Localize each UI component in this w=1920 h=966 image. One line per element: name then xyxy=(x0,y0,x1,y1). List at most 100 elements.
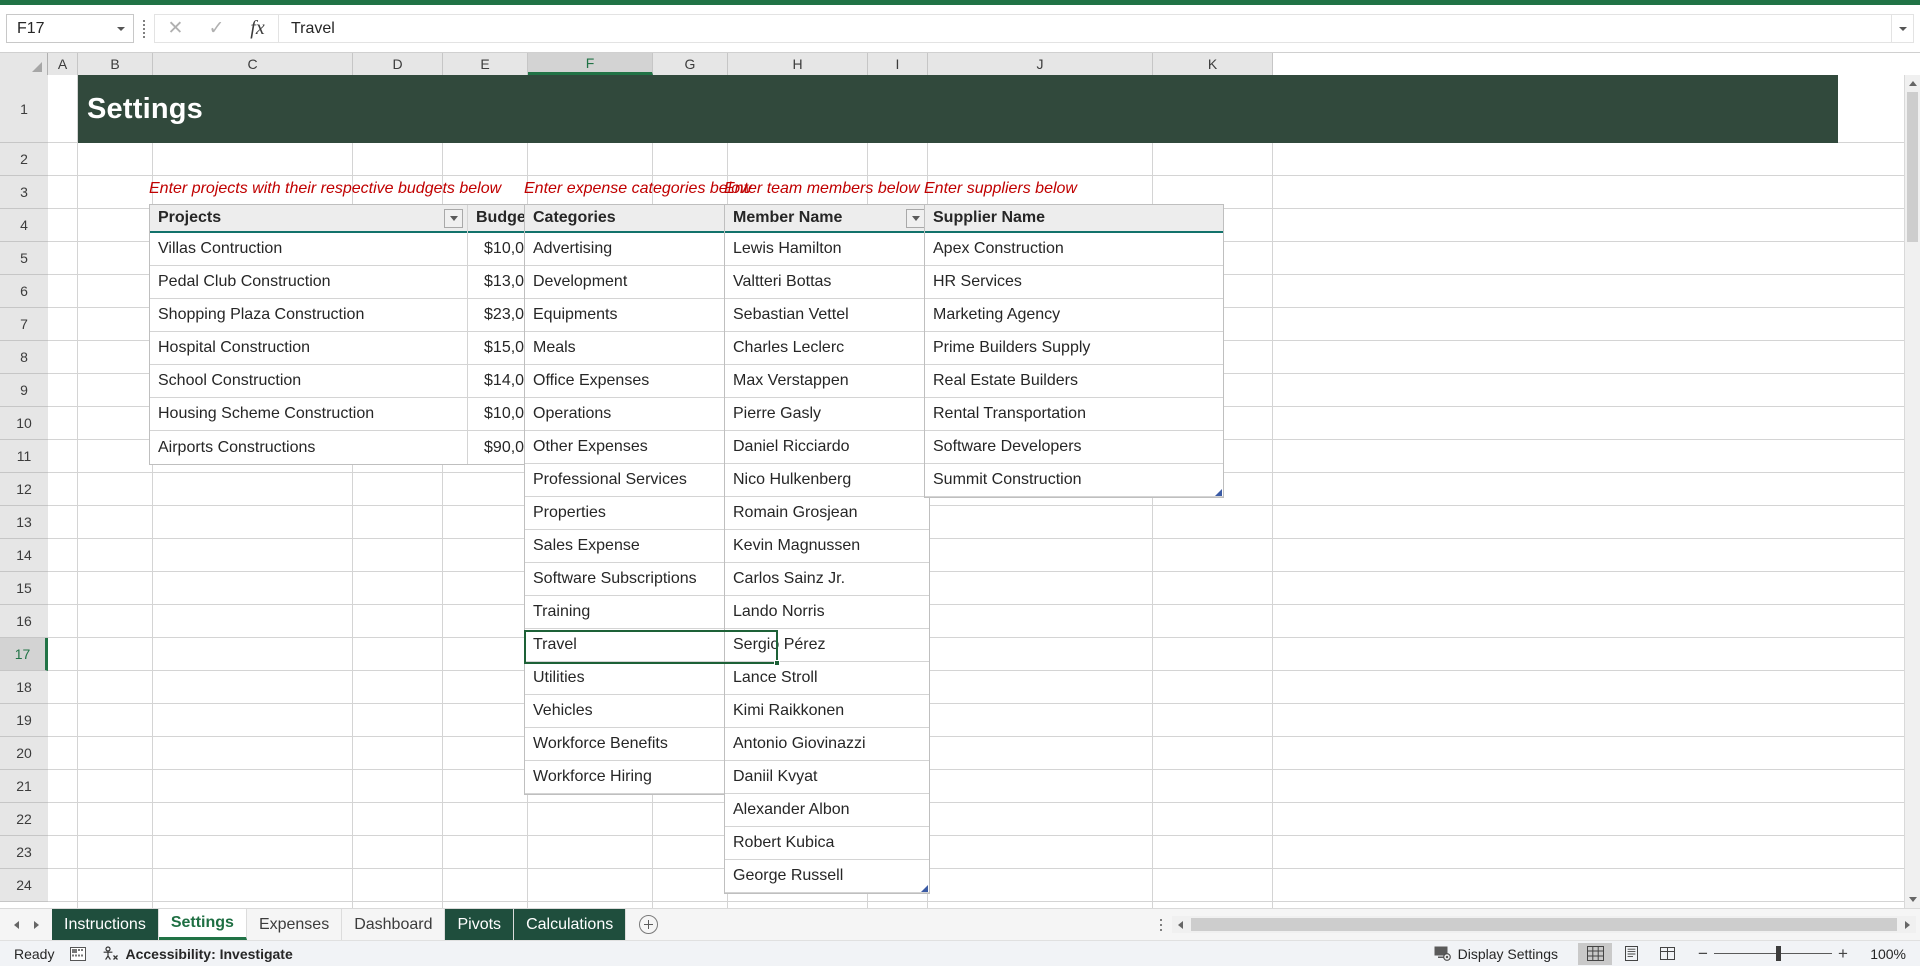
expand-formula-bar-icon[interactable] xyxy=(1892,14,1914,43)
table-row[interactable]: Romain Grosjean xyxy=(725,497,929,530)
normal-view-icon[interactable] xyxy=(1578,942,1612,965)
filter-dropdown-icon[interactable] xyxy=(444,208,463,228)
row-header-18[interactable]: 18 xyxy=(0,671,48,704)
page-break-preview-icon[interactable] xyxy=(1650,943,1684,965)
table-row[interactable]: Real Estate Builders xyxy=(925,365,1223,398)
table-row[interactable]: Valtteri Bottas xyxy=(725,266,929,299)
add-sheet-button[interactable] xyxy=(626,909,670,940)
cell-grid[interactable]: Settings Enter projects with their respe… xyxy=(48,75,1920,908)
previous-sheet-icon[interactable] xyxy=(13,920,19,929)
table-resize-handle[interactable] xyxy=(921,885,928,892)
table-row[interactable]: Charles Leclerc xyxy=(725,332,929,365)
zoom-out-button[interactable]: − xyxy=(1692,944,1714,964)
table-row[interactable]: Lance Stroll xyxy=(725,662,929,695)
table-row[interactable]: Shopping Plaza Construction xyxy=(150,299,467,332)
table-row[interactable]: George Russell xyxy=(725,860,929,893)
row-header-15[interactable]: 15 xyxy=(0,572,48,605)
row-header-16[interactable]: 16 xyxy=(0,605,48,638)
table-row[interactable]: Sebastian Vettel xyxy=(725,299,929,332)
table-row[interactable]: Lando Norris xyxy=(725,596,929,629)
table-row[interactable]: Carlos Sainz Jr. xyxy=(725,563,929,596)
table-row[interactable]: Prime Builders Supply xyxy=(925,332,1223,365)
row-header-8[interactable]: 8 xyxy=(0,341,48,374)
row-header-22[interactable]: 22 xyxy=(0,803,48,836)
row-header-14[interactable]: 14 xyxy=(0,539,48,572)
zoom-in-button[interactable]: + xyxy=(1832,944,1854,964)
table-row[interactable]: Marketing Agency xyxy=(925,299,1223,332)
column-header-a[interactable]: A xyxy=(48,53,78,75)
row-header-6[interactable]: 6 xyxy=(0,275,48,308)
page-layout-view-icon[interactable] xyxy=(1614,943,1648,965)
sheet-tab-instructions[interactable]: Instructions xyxy=(52,909,159,940)
table-row[interactable]: Kevin Magnussen xyxy=(725,530,929,563)
row-header-2[interactable]: 2 xyxy=(0,143,48,176)
row-header-21[interactable]: 21 xyxy=(0,770,48,803)
table-row[interactable]: Apex Construction xyxy=(925,233,1223,266)
row-header-11[interactable]: 11 xyxy=(0,440,48,473)
macro-record-button[interactable] xyxy=(70,946,87,961)
row-header-4[interactable]: 4 xyxy=(0,209,48,242)
table-row[interactable]: Nico Hulkenberg xyxy=(725,464,929,497)
table-row[interactable]: Hospital Construction xyxy=(150,332,467,365)
table-row[interactable]: Alexander Albon xyxy=(725,794,929,827)
table-row[interactable]: Daniel Ricciardo xyxy=(725,431,929,464)
row-header-1[interactable]: 1 xyxy=(0,75,48,143)
scroll-up-icon[interactable] xyxy=(1905,75,1920,92)
vertical-scrollbar[interactable] xyxy=(1904,75,1920,908)
zoom-thumb[interactable] xyxy=(1776,946,1781,961)
chevron-down-icon[interactable] xyxy=(113,15,129,42)
horizontal-scrollbar[interactable] xyxy=(1172,916,1916,933)
column-header-b[interactable]: B xyxy=(78,53,153,75)
formula-input[interactable]: Travel xyxy=(278,14,1892,43)
sheet-tab-expenses[interactable]: Expenses xyxy=(246,909,343,940)
table-row[interactable]: Pierre Gasly xyxy=(725,398,929,431)
sheet-tab-dashboard[interactable]: Dashboard xyxy=(342,909,446,940)
vertical-scroll-thumb[interactable] xyxy=(1907,92,1918,242)
scroll-down-icon[interactable] xyxy=(1905,891,1920,908)
column-header-f[interactable]: F xyxy=(528,53,653,75)
select-all-corner[interactable] xyxy=(0,53,48,75)
scroll-left-icon[interactable] xyxy=(1172,916,1189,933)
name-box[interactable]: F17 xyxy=(6,14,134,43)
table-row[interactable]: Robert Kubica xyxy=(725,827,929,860)
confirm-check-icon[interactable]: ✓ xyxy=(196,15,237,42)
row-header-12[interactable]: 12 xyxy=(0,473,48,506)
table-row[interactable]: Antonio Giovinazzi xyxy=(725,728,929,761)
table-row[interactable]: Rental Transportation xyxy=(925,398,1223,431)
column-header-j[interactable]: J xyxy=(928,53,1153,75)
column-header-d[interactable]: D xyxy=(353,53,443,75)
table-row[interactable]: HR Services xyxy=(925,266,1223,299)
row-header-3[interactable]: 3 xyxy=(0,176,48,209)
row-header-5[interactable]: 5 xyxy=(0,242,48,275)
filter-dropdown-icon[interactable] xyxy=(906,208,925,228)
sheet-tab-settings[interactable]: Settings xyxy=(158,909,247,940)
table-row[interactable]: Daniil Kvyat xyxy=(725,761,929,794)
row-header-24[interactable]: 24 xyxy=(0,869,48,902)
sheet-tab-pivots[interactable]: Pivots xyxy=(445,909,515,940)
table-row[interactable]: Max Verstappen xyxy=(725,365,929,398)
table-row[interactable]: Sergio Pérez xyxy=(725,629,929,662)
insert-function-icon[interactable]: fx xyxy=(237,15,278,42)
next-sheet-icon[interactable] xyxy=(33,920,39,929)
column-header-k[interactable]: K xyxy=(1153,53,1273,75)
row-header-7[interactable]: 7 xyxy=(0,308,48,341)
column-header-h[interactable]: H xyxy=(728,53,868,75)
scroll-right-icon[interactable] xyxy=(1899,916,1916,933)
table-row[interactable]: Airports Constructions xyxy=(150,431,467,464)
table-row[interactable]: School Construction xyxy=(150,365,467,398)
table-row[interactable]: Software Developers xyxy=(925,431,1223,464)
row-header-10[interactable]: 10 xyxy=(0,407,48,440)
row-header-9[interactable]: 9 xyxy=(0,374,48,407)
table-row[interactable]: Housing Scheme Construction xyxy=(150,398,467,431)
accessibility-status[interactable]: Accessibility: Investigate xyxy=(102,946,293,962)
column-header-g[interactable]: G xyxy=(653,53,728,75)
sheet-tab-calculations[interactable]: Calculations xyxy=(514,909,627,940)
zoom-track[interactable] xyxy=(1714,946,1832,961)
table-row[interactable]: Pedal Club Construction xyxy=(150,266,467,299)
column-header-e[interactable]: E xyxy=(443,53,528,75)
table-resize-handle[interactable] xyxy=(1215,489,1222,496)
row-header-13[interactable]: 13 xyxy=(0,506,48,539)
table-row[interactable]: Lewis Hamilton xyxy=(725,233,929,266)
row-header-23[interactable]: 23 xyxy=(0,836,48,869)
cancel-x-icon[interactable]: ✕ xyxy=(155,15,196,42)
